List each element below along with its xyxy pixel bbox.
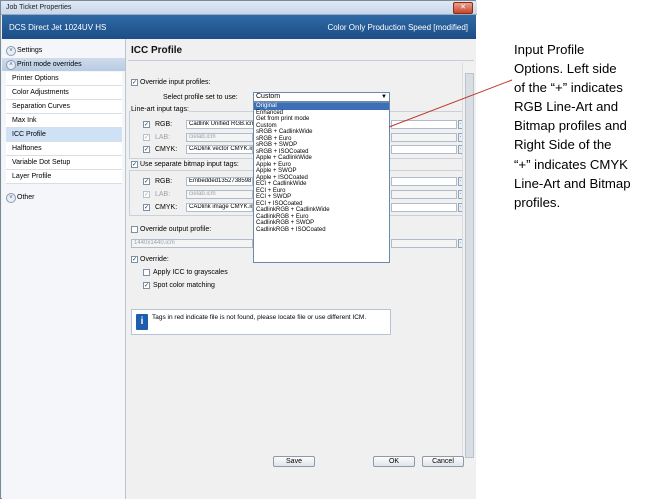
annotation-line: RGB Line-Art and bbox=[514, 99, 619, 115]
annotation-line: Bitmap profiles and bbox=[514, 118, 627, 134]
annotation-callout: Input Profile Options. Left side of the “+… bbox=[514, 40, 650, 212]
annotation-line: “+” indicates CMYK bbox=[514, 156, 628, 172]
annotation-pointer-line bbox=[388, 79, 513, 128]
annotation-line: Options. Left side bbox=[514, 61, 617, 77]
annotation-line: Input Profile bbox=[514, 42, 585, 57]
annotation-line: Right Side of the bbox=[514, 137, 612, 153]
annotation-line: of the “+” indicates bbox=[514, 80, 623, 96]
annotation-line: profiles. bbox=[514, 194, 561, 210]
annotation-line: Line-Art and Bitmap bbox=[514, 175, 631, 191]
